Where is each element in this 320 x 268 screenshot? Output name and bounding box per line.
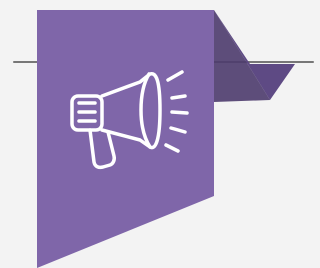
banner-graphic	[0, 0, 317, 268]
ribbon-megaphone-illustration	[13, 10, 314, 268]
ribbon-body	[37, 10, 214, 268]
ribbon-fold-shadow	[214, 10, 270, 102]
